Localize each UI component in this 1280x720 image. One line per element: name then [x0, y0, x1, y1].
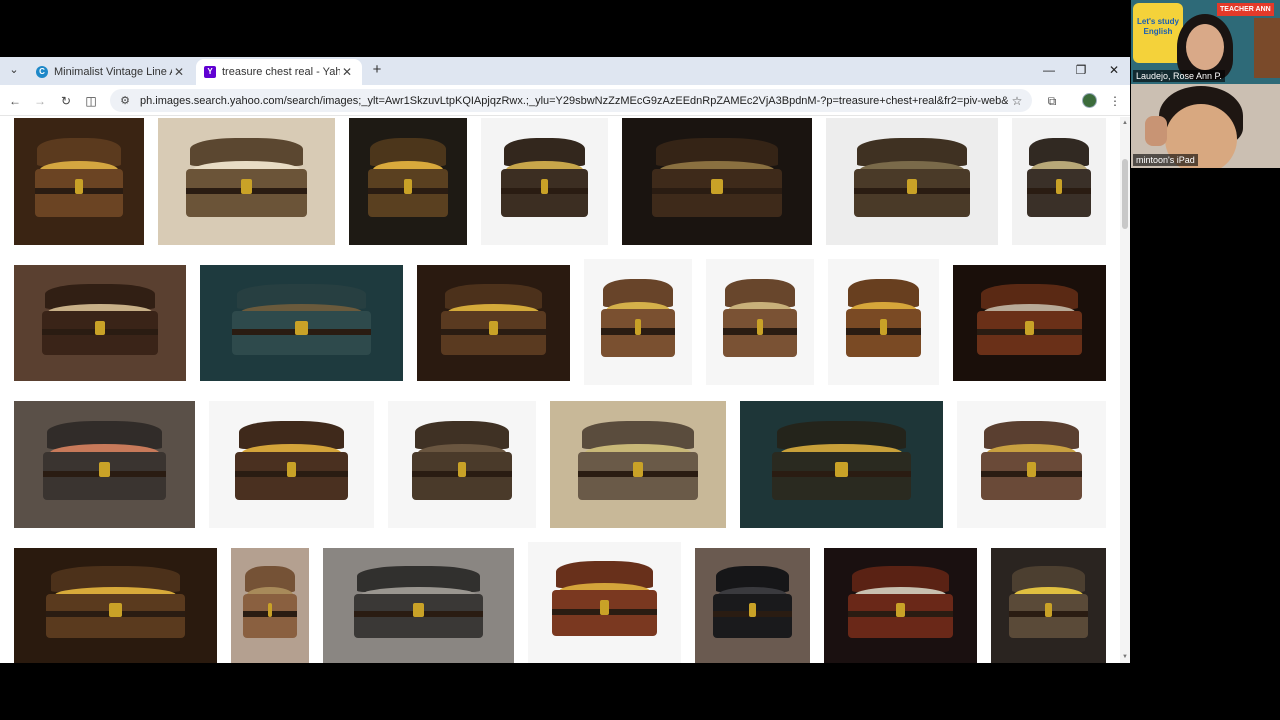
- site-info-icon[interactable]: ⚙: [118, 94, 132, 107]
- plus-icon[interactable]: +: [368, 61, 386, 79]
- minimize-icon[interactable]: —: [1040, 62, 1058, 78]
- chest-lock: [1027, 461, 1036, 478]
- tab-title: treasure chest real - Yahoo Ima: [222, 66, 340, 78]
- chest-lock: [906, 178, 918, 195]
- chest-lock: [412, 603, 425, 617]
- chest-lock: [711, 178, 723, 195]
- screen: ⌄ C Minimalist Vintage Line A4 Stat ✕ Y …: [0, 0, 1280, 720]
- result-image-12[interactable]: [706, 259, 814, 385]
- result-image-15[interactable]: [14, 401, 195, 528]
- chest-lock: [488, 320, 499, 335]
- poster-text: Let's study English: [1137, 17, 1179, 36]
- chest-lock: [749, 603, 756, 617]
- result-image-26[interactable]: [824, 548, 977, 663]
- profile-avatar[interactable]: [1082, 93, 1097, 108]
- result-image-4[interactable]: [481, 118, 608, 245]
- result-image-18[interactable]: [550, 401, 726, 528]
- scrollbar-thumb[interactable]: [1122, 159, 1128, 229]
- result-image-1[interactable]: [14, 118, 144, 245]
- page-scrollbar[interactable]: ▲ ▼: [1120, 117, 1130, 663]
- result-image-14[interactable]: [953, 265, 1106, 381]
- chest-lock: [75, 178, 83, 195]
- chest-lock: [540, 178, 549, 195]
- tab-strip: ⌄ C Minimalist Vintage Line A4 Stat ✕ Y …: [0, 57, 1130, 85]
- chest-lock: [756, 319, 764, 335]
- participant-name: mintoon's iPad: [1133, 154, 1198, 166]
- canva-icon: C: [36, 66, 48, 78]
- result-image-24[interactable]: [528, 542, 681, 663]
- chest-lock: [286, 461, 297, 478]
- address-bar[interactable]: ⚙ ph.images.search.yahoo.com/search/imag…: [110, 89, 1032, 112]
- result-image-27[interactable]: [991, 548, 1106, 663]
- participant-name: Laudejo, Rose Ann P.: [1133, 70, 1225, 82]
- result-image-8[interactable]: [14, 265, 186, 381]
- chest-lock: [1045, 603, 1052, 617]
- extensions-puzzle-icon[interactable]: ⧉: [1043, 92, 1061, 110]
- url-text: ph.images.search.yahoo.com/search/images…: [140, 94, 1008, 107]
- result-image-9[interactable]: [200, 265, 403, 381]
- menu-kebab-icon[interactable]: ⋮: [1106, 92, 1124, 110]
- result-image-3[interactable]: [349, 118, 467, 245]
- tab-canva[interactable]: C Minimalist Vintage Line A4 Stat ✕: [28, 59, 194, 85]
- result-image-11[interactable]: [584, 259, 692, 385]
- close-icon[interactable]: ✕: [172, 65, 186, 79]
- side-panel-icon[interactable]: ◫: [82, 92, 100, 110]
- reload-icon[interactable]: ↻: [57, 92, 75, 110]
- chest-lock: [241, 178, 252, 195]
- close-window-icon[interactable]: ✕: [1105, 62, 1123, 78]
- result-image-2[interactable]: [158, 118, 335, 245]
- close-icon[interactable]: ✕: [340, 65, 354, 79]
- teacher-badge: TEACHER ANN: [1217, 3, 1274, 16]
- result-image-20[interactable]: [957, 401, 1106, 528]
- result-image-25[interactable]: [695, 548, 810, 663]
- chest-lock: [109, 603, 122, 617]
- scroll-down-arrow-icon[interactable]: ▼: [1120, 653, 1130, 661]
- tab-search-chevron-icon[interactable]: ⌄: [6, 62, 22, 78]
- scroll-up-arrow-icon[interactable]: ▲: [1120, 119, 1130, 127]
- chest-lock: [634, 319, 642, 335]
- chest-lock: [632, 461, 644, 478]
- chest-lock: [94, 320, 106, 335]
- browser-window: ⌄ C Minimalist Vintage Line A4 Stat ✕ Y …: [0, 57, 1130, 663]
- back-arrow-icon[interactable]: ←: [6, 92, 24, 110]
- chest-lock: [880, 319, 887, 335]
- chest-lock: [835, 461, 848, 478]
- bookshelf: [1254, 18, 1280, 78]
- result-image-13[interactable]: [828, 259, 939, 385]
- chest-lock: [1024, 320, 1035, 335]
- chest-lock: [295, 320, 308, 335]
- tab-yahoo-images[interactable]: Y treasure chest real - Yahoo Ima ✕: [196, 59, 362, 85]
- forward-arrow-icon[interactable]: →: [31, 92, 49, 110]
- yahoo-icon: Y: [204, 66, 216, 78]
- chest-lock: [599, 600, 610, 615]
- result-image-10[interactable]: [417, 265, 570, 381]
- result-image-7[interactable]: [1012, 118, 1106, 245]
- chest-lock: [1056, 178, 1062, 195]
- browser-toolbar: ← → ↻ ◫ ⚙ ph.images.search.yahoo.com/sea…: [0, 85, 1130, 116]
- result-image-22[interactable]: [231, 548, 309, 663]
- tab-title: Minimalist Vintage Line A4 Stat: [54, 66, 172, 78]
- restore-icon[interactable]: ❐: [1072, 62, 1090, 78]
- result-image-23[interactable]: [323, 548, 514, 663]
- chest-lock: [895, 603, 906, 617]
- chest-lock: [404, 178, 412, 195]
- study-english-poster: Let's study English: [1133, 3, 1183, 63]
- result-image-5[interactable]: [622, 118, 812, 245]
- result-image-19[interactable]: [740, 401, 943, 528]
- participant-face: [1186, 24, 1224, 70]
- chest-lock: [99, 461, 110, 478]
- video-tile-student: mintoon's iPad: [1131, 84, 1280, 168]
- result-image-17[interactable]: [388, 401, 536, 528]
- result-image-16[interactable]: [209, 401, 374, 528]
- result-image-6[interactable]: [826, 118, 998, 245]
- image-results-grid: ▲ ▼: [0, 117, 1130, 663]
- chest-lock: [457, 461, 467, 478]
- bookmark-star-icon[interactable]: ☆: [1008, 94, 1026, 108]
- participant-hand: [1145, 116, 1167, 146]
- video-tile-teacher: Let's study English TEACHER ANN Laudejo,…: [1131, 0, 1280, 84]
- chest-lock: [267, 603, 273, 617]
- result-image-21[interactable]: [14, 548, 217, 663]
